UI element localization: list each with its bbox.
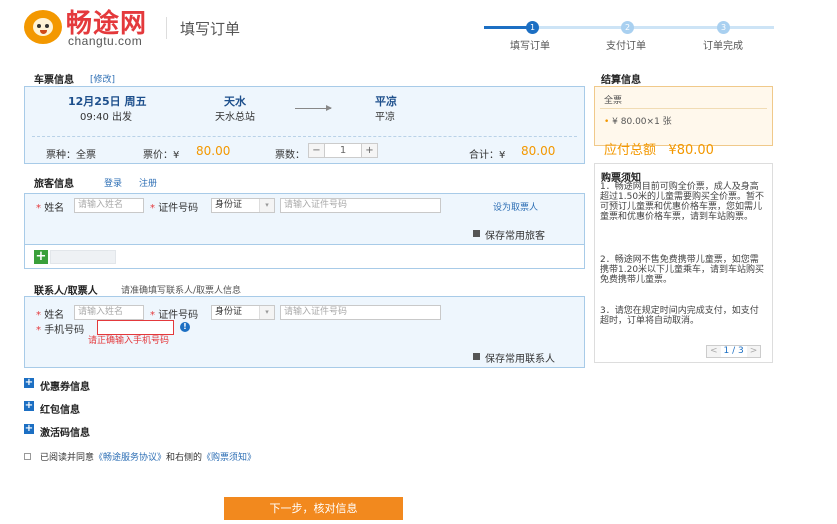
chevron-down-icon: ▾ [259,306,274,319]
notice-item-3: 3．请您在规定时间内完成支付，如支付超时，订单将自动取消。 [600,306,759,326]
qty-minus-button[interactable]: − [309,144,325,157]
settlement-total: 应付总额 ¥80.00 [604,143,714,158]
logo-domain: changtu.com [68,34,143,48]
service-agreement-link[interactable]: 《畅途服务协议》 [94,453,166,463]
quantity-stepper: − 1 + [308,143,378,158]
passenger-id-label: * 证件号码 [150,203,199,214]
login-link[interactable]: 登录 [104,176,122,189]
notice-pager: < 1 / 3 > [706,345,762,358]
contact-phone-label: * 手机号码 [36,325,85,336]
edit-ticket-link[interactable]: [修改] [90,72,115,85]
ticket-type: 票种：全票 [46,150,96,161]
passenger-name-label: * 姓名 [36,203,65,214]
ticket-divider [32,136,577,137]
qty-value[interactable]: 1 [325,144,361,157]
progress-done [484,26,532,29]
ticket-total-value: 80.00 [521,144,556,158]
contact-section-title: 联系人/取票人 [34,286,98,297]
to-station: 平凉 [375,112,395,123]
coupon-section-toggle[interactable]: 优惠券信息 [40,378,90,393]
pager-indicator: 1 / 3 [723,346,744,356]
settlement-ticket-type: 全票 [604,96,623,106]
next-step-button[interactable]: 下一步，核对信息 [224,497,403,520]
purchase-notice-link[interactable]: 《购票须知》 [202,453,256,463]
contact-id-input[interactable]: 请输入证件号码 [280,305,441,320]
info-icon[interactable]: ! [180,322,190,332]
departure-time: 09:40 出发 [80,112,132,123]
from-city: 天水 [224,95,246,108]
agree-checkbox[interactable] [24,453,31,460]
expand-redpacket-icon[interactable]: + [24,401,34,411]
step-3-label: 订单完成 [703,41,743,52]
redpacket-section-toggle[interactable]: 红包信息 [40,401,80,416]
notice-item-2: 2．畅途网不售免费携带儿童票，如您需携带1.20米以下儿童乘车，请到车站购买免费… [600,255,765,285]
pager-next-button[interactable]: > [746,346,761,357]
ticket-total-label: 合计：¥ [469,150,506,161]
to-city: 平凉 [375,95,397,108]
step-3-dot: 3 [717,21,730,34]
contact-id-type-select[interactable]: 身份证 ▾ [211,305,275,320]
activation-section-toggle[interactable]: 激活码信息 [40,424,90,439]
add-passenger-bar[interactable] [50,250,116,264]
passenger-section-title: 旅客信息 [34,179,74,190]
save-passenger-checkbox[interactable] [473,230,480,237]
ticket-section-title: 车票信息 [34,75,74,86]
notice-item-1: 1．畅途网目前可购全价票，成人及身高超过1.50米的儿童需要购买全价票。暂不可预… [600,182,765,222]
logo-mascot-icon[interactable] [24,10,62,44]
page-title: 填写订单 [180,20,241,38]
save-passenger-label: 保存常用旅客 [485,231,545,242]
add-passenger-button[interactable]: + [34,250,48,264]
expand-coupon-icon[interactable]: + [24,378,34,388]
qty-plus-button[interactable]: + [361,144,377,157]
contact-name-input[interactable]: 请输入姓名 [74,305,144,320]
register-link[interactable]: 注册 [139,176,157,189]
expand-activation-icon[interactable]: + [24,424,34,434]
step-1-label: 填写订单 [510,41,550,52]
passenger-id-type-select[interactable]: 身份证 ▾ [211,198,275,213]
settlement-line-item: • ¥ 80.00×1 张 [604,117,672,127]
header-divider [166,17,167,39]
settlement-divider [600,108,767,109]
departure-date: 12月25日 周五 [68,95,147,108]
ticket-qty-label: 票数： [275,150,305,161]
settlement-title: 结算信息 [601,75,641,86]
contact-name-label: * 姓名 [36,310,65,321]
step-2-dot: 2 [621,21,634,34]
step-2-label: 支付订单 [606,41,646,52]
contact-hint: 请准确填写联系人/取票人信息 [121,286,242,296]
route-arrow-head-icon [326,105,332,111]
set-ticket-taker-link[interactable]: 设为取票人 [493,200,538,213]
ticket-price-value: 80.00 [196,144,231,158]
save-contact-checkbox[interactable] [473,353,480,360]
pager-prev-button[interactable]: < [707,346,721,357]
save-contact-label: 保存常用联系人 [485,354,555,365]
passenger-name-input[interactable]: 请输入姓名 [74,198,144,213]
from-station: 天水总站 [215,112,255,123]
step-1-dot: 1 [526,21,539,34]
passenger-id-input[interactable]: 请输入证件号码 [280,198,441,213]
ticket-price-label: 票价：¥ [143,150,180,161]
agreement-text: 已阅读并同意《畅途服务协议》和右侧的《购票须知》 [40,453,257,463]
contact-id-label: * 证件号码 [150,310,199,321]
chevron-down-icon: ▾ [259,199,274,212]
phone-error-message: 请正确输入手机号码 [88,336,170,346]
